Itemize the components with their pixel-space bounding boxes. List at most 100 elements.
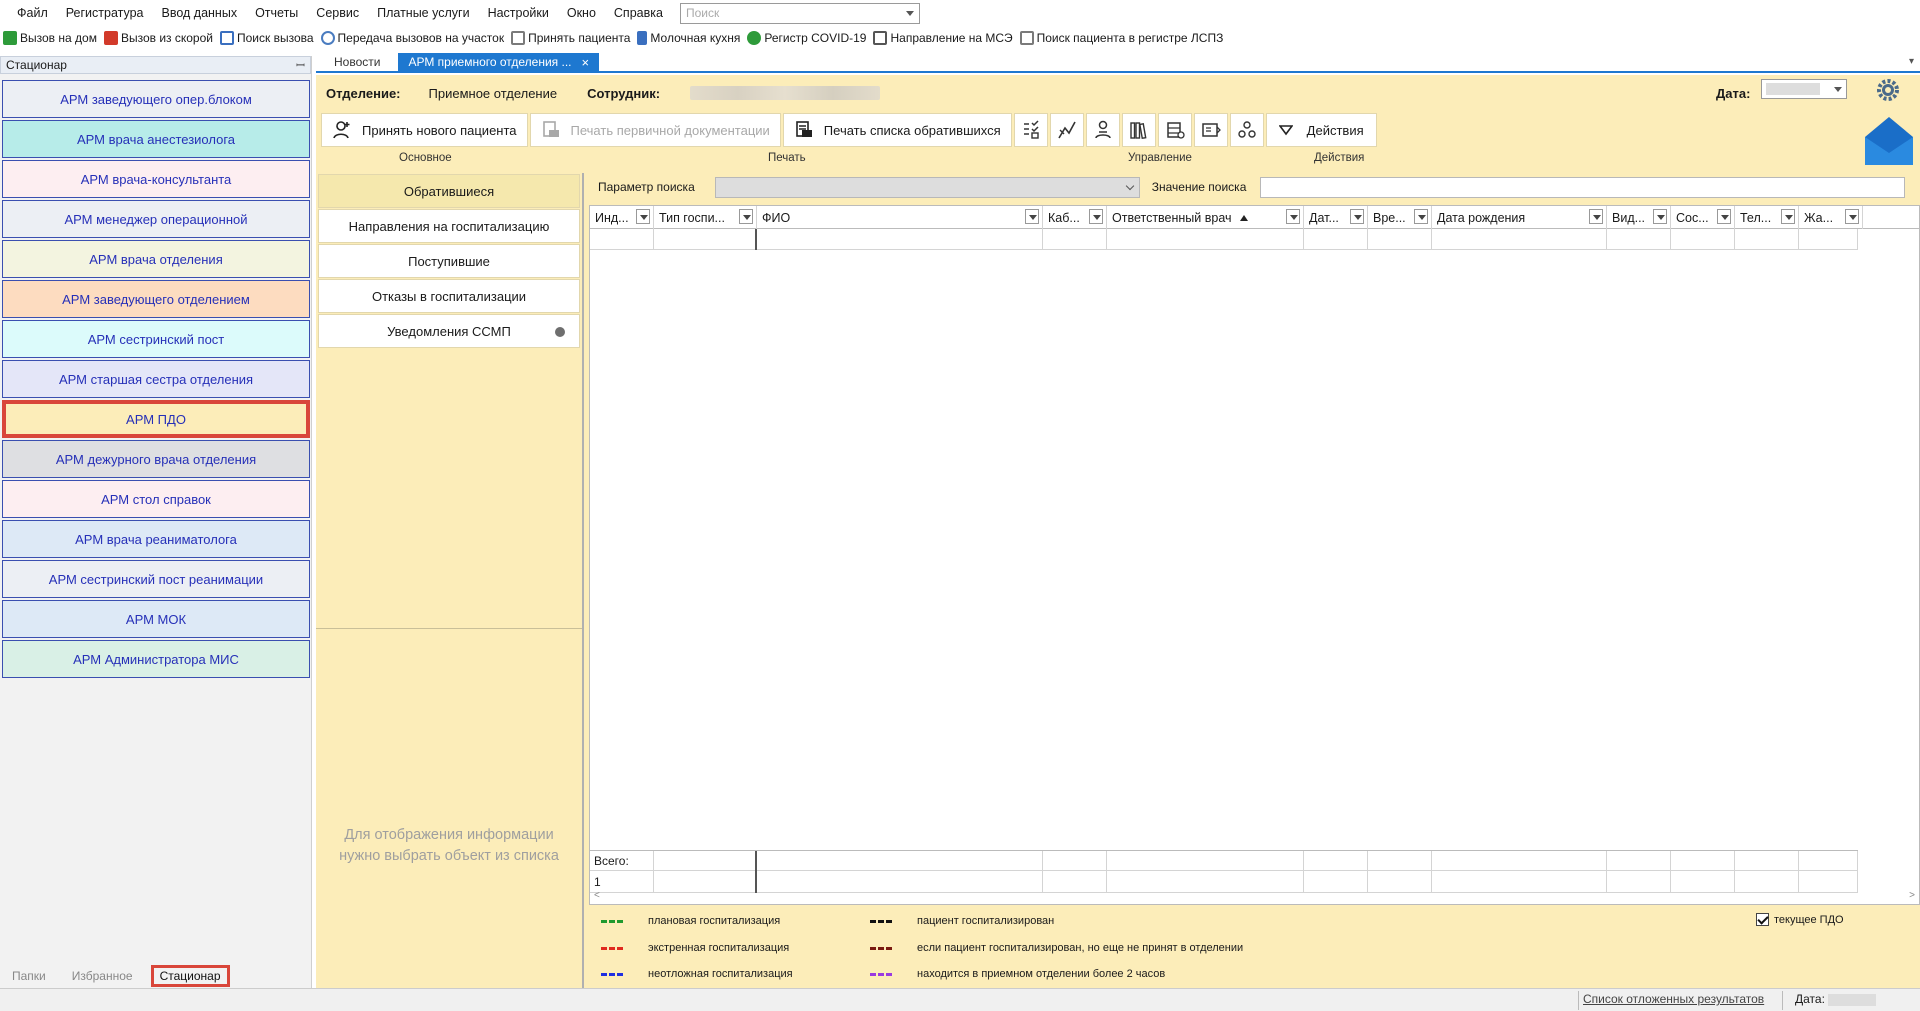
table-row[interactable] [590,229,1858,250]
arm-item[interactable]: АРМ дежурного врача отделения [2,440,310,478]
arm-item[interactable]: АРМ врача реаниматолога [2,520,310,558]
quick-ambulance-call[interactable]: Вызов из скорой [103,31,213,45]
col-fio[interactable]: ФИО [757,206,1043,229]
checklist-button[interactable] [1013,113,1048,147]
arm-item[interactable]: АРМ менеджер операционной [2,200,310,238]
tab-folders[interactable]: Папки [12,969,46,983]
gear-icon[interactable] [1875,77,1901,103]
col-complaint[interactable]: Жа... [1799,206,1863,229]
chart-pen-button[interactable] [1049,113,1084,147]
arm-item[interactable]: АРМ врача анестезиолога [2,120,310,158]
quick-accept-patient[interactable]: Принять пациента [511,31,630,45]
menu-paid-services[interactable]: Платные услуги [368,0,478,26]
tab-admission-arm[interactable]: АРМ приемного отделения ... × [398,53,600,71]
menu-service[interactable]: Сервис [307,0,368,26]
global-search-input[interactable]: Поиск [679,2,920,24]
subnav-visitors[interactable]: Обратившиеся [318,174,580,208]
arm-item[interactable]: АРМ врача отделения [2,240,310,278]
chevron-down-icon [1834,87,1842,92]
filter-dropdown-icon[interactable] [1845,209,1859,224]
filter-dropdown-icon[interactable] [739,209,753,224]
tab-hospital[interactable]: Стационар [150,965,230,987]
quick-lspz-search[interactable]: Поиск пациента в регистре ЛСПЗ [1019,31,1223,45]
col-time[interactable]: Вре... [1368,206,1432,229]
print-primary-docs-button[interactable]: Печать первичной документации [529,113,781,147]
subnav-referrals[interactable]: Направления на госпитализацию [318,209,580,243]
sort-asc-icon [1239,214,1248,221]
filter-dropdown-icon[interactable] [1781,209,1795,224]
arm-item[interactable]: АРМ сестринский пост [2,320,310,358]
arm-item[interactable]: АРМ врача-консультанта [2,160,310,198]
arm-item[interactable]: АРМ заведующего опер.блоком [2,80,310,118]
menu-data-entry[interactable]: Ввод данных [153,0,247,26]
quick-milk-kitchen[interactable]: Молочная кухня [637,31,740,45]
menu-reports[interactable]: Отчеты [246,0,307,26]
chevron-down-icon[interactable] [905,10,914,16]
filter-dropdown-icon[interactable] [1089,209,1103,224]
filter-dropdown-icon[interactable] [1589,209,1603,224]
accept-new-patient-button[interactable]: Принять нового пациента [321,113,528,147]
subnav-refusals[interactable]: Отказы в госпитализации [318,279,580,313]
filter-dropdown-icon[interactable] [636,209,650,224]
arm-item[interactable]: АРМ Администратора МИС [2,640,310,678]
menu-settings[interactable]: Настройки [479,0,558,26]
arm-item[interactable]: АРМ сестринский пост реанимации [2,560,310,598]
col-phone[interactable]: Тел... [1735,206,1799,229]
col-cabinet[interactable]: Каб... [1043,206,1107,229]
deferred-results-link[interactable]: Список отложенных результатов [1583,992,1764,1006]
subnav-notifications[interactable]: Уведомления ССМП [318,314,580,348]
arm-item[interactable]: АРМ заведующего отделением [2,280,310,318]
arm-item[interactable]: АРМ ПДО [2,400,310,438]
date-label: Дата: [1716,85,1751,101]
books-button[interactable] [1121,113,1156,147]
menu-window[interactable]: Окно [558,0,605,26]
quick-mse-referral[interactable]: Направление на МСЭ [873,31,1013,45]
quick-transfer-calls[interactable]: Передача вызовов на участок [320,31,504,45]
pin-icon[interactable]: ꟷ [296,58,305,73]
tab-favorites[interactable]: Избранное [72,969,133,983]
actions-button[interactable]: Действия [1265,113,1377,147]
close-icon[interactable]: × [582,55,590,70]
col-label: Дата рождения [1437,210,1526,225]
arm-item[interactable]: АРМ старшая сестра отделения [2,360,310,398]
col-date[interactable]: Дат... [1304,206,1368,229]
person-hand-button[interactable] [1085,113,1120,147]
date-picker[interactable] [1761,79,1847,99]
menu-help[interactable]: Справка [605,0,672,26]
filter-dropdown-icon[interactable] [1025,209,1039,224]
id-card-button[interactable] [1193,113,1228,147]
arm-item[interactable]: АРМ стол справок [2,480,310,518]
menu-file[interactable]: Файл [8,0,57,26]
persons-button[interactable] [1229,113,1264,147]
scroll-right-icon[interactable]: > [1909,890,1915,901]
col-type[interactable]: Вид... [1607,206,1671,229]
filter-dropdown-icon[interactable] [1653,209,1667,224]
filter-dropdown-icon[interactable] [1414,209,1428,224]
quick-home-call[interactable]: Вызов на дом [3,31,97,45]
search-param-select[interactable] [714,176,1140,198]
date-value-redacted [1766,83,1820,95]
scroll-left-icon[interactable]: < [594,890,600,901]
virus-icon [747,31,762,45]
col-responsible-doctor[interactable]: Ответственный врач [1107,206,1304,229]
horizontal-scrollbar[interactable]: < > [590,890,1919,904]
col-birth-date[interactable]: Дата рождения [1432,206,1607,229]
search-value-input[interactable] [1260,176,1906,198]
quick-covid-register[interactable]: Регистр COVID-19 [747,31,866,45]
filter-dropdown-icon[interactable] [1350,209,1364,224]
subnav-admitted[interactable]: Поступившие [318,244,580,278]
cabinet-button[interactable] [1157,113,1192,147]
current-pdo-checkbox[interactable]: текущее ПДО [1756,913,1844,926]
tab-news[interactable]: Новости [316,53,398,71]
quick-search-call[interactable]: Поиск вызова [219,31,314,45]
col-state[interactable]: Сос... [1671,206,1735,229]
filter-dropdown-icon[interactable] [1717,209,1731,224]
filter-dropdown-icon[interactable] [1286,209,1300,224]
col-hosp-type[interactable]: Тип госпи... [654,206,757,229]
person-hand-icon [1094,120,1111,139]
arm-item[interactable]: АРМ МОК [2,600,310,638]
menu-registry[interactable]: Регистратура [57,0,153,26]
col-index[interactable]: Инд... [590,206,654,229]
print-visitors-list-button[interactable]: Печать списка обратившихся [782,113,1012,147]
tabs-menu-icon[interactable]: ▾ [1909,56,1914,67]
